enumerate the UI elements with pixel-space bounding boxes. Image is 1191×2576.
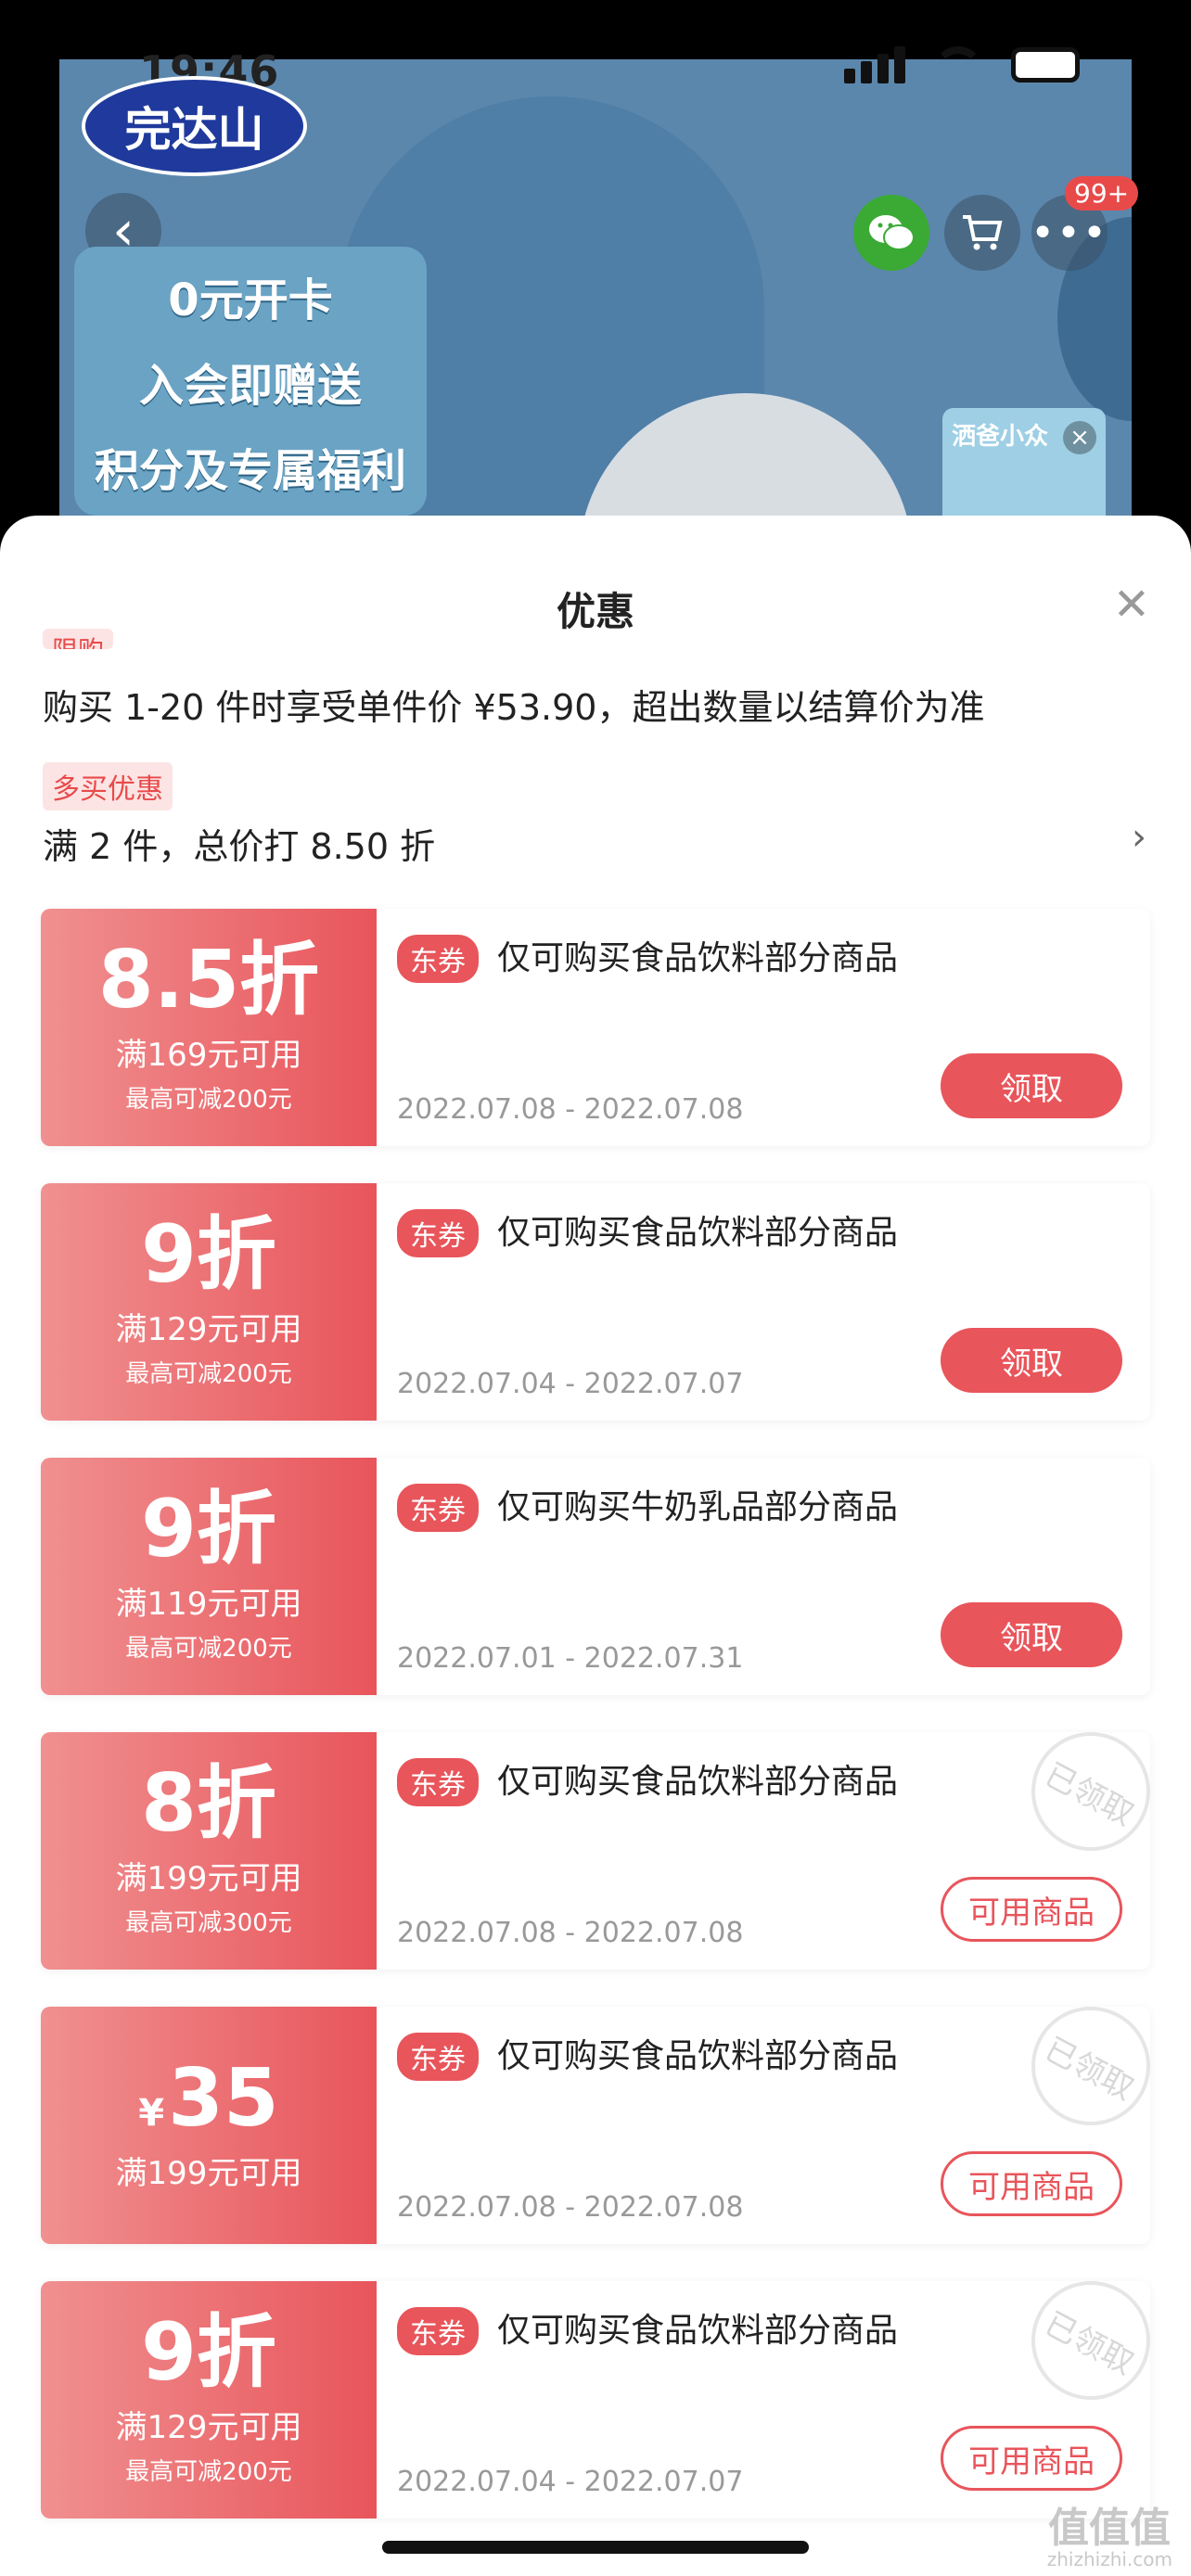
usable-products-button[interactable]: 可用商品 — [941, 1877, 1122, 1942]
home-indicator[interactable] — [382, 2541, 809, 2554]
multi-buy-tag: 多买优惠 — [43, 762, 173, 810]
coupon-max: 最高可减300元 — [125, 1909, 292, 1937]
usable-products-button[interactable]: 可用商品 — [941, 2426, 1122, 2491]
coupon-tag: 东券 — [397, 2033, 479, 2081]
claim-button[interactable]: 领取 — [941, 1602, 1122, 1667]
battery-icon — [1011, 47, 1080, 83]
message-count-badge: 99+ — [1065, 176, 1139, 210]
claimed-stamp: 已领取 — [1010, 1985, 1172, 2147]
coupon-amount: 8折 — [141, 1757, 276, 1850]
coupon-value: 8.5折 满169元可用 最高可减200元 — [41, 909, 377, 1146]
coupon-value: 9折 满129元可用 最高可减200元 — [41, 1183, 377, 1421]
coupon-card: 8.5折 满169元可用 最高可减200元 东券 仅可购买食品饮料部分商品 20… — [41, 909, 1150, 1146]
coupon-condition: 满199元可用 — [115, 2154, 302, 2192]
coupon-desc: 仅可购买食品饮料部分商品 — [497, 2037, 899, 2075]
coupon-card: 8折 满199元可用 最高可减300元 已领取 东券 仅可购买食品饮料部分商品 … — [41, 1711, 1172, 1970]
coupon-value: 9折 满129元可用 最高可减200元 — [41, 2281, 377, 2519]
coupon-max: 最高可减200元 — [125, 1635, 292, 1663]
wechat-icon — [869, 215, 915, 250]
coupon-value: ¥35 满199元可用 — [41, 2007, 377, 2244]
cart-icon — [963, 215, 1003, 250]
coupon-info: 东券 仅可购买牛奶乳品部分商品 2022.07.01 - 2022.07.31 … — [377, 1458, 1150, 1695]
coupon-amount: 8.5折 — [97, 934, 320, 1027]
currency-symbol: ¥ — [138, 2091, 165, 2135]
coupon-max: 最高可减200元 — [125, 2458, 292, 2486]
promo-line-1: 0元开卡 — [168, 274, 333, 326]
coupon-date: 2022.07.08 - 2022.07.08 — [397, 2191, 744, 2224]
coupon-tag: 东券 — [397, 935, 479, 983]
coupon-desc: 仅可购买食品饮料部分商品 — [497, 1214, 899, 1252]
multi-buy-text[interactable]: 满 2 件，总价打 8.50 折 — [43, 818, 435, 869]
discount-sheet: 优惠 ✕ 限购 购买 1-20 件时享受单件价 ¥53.90，超出数量以结算价为… — [0, 516, 1191, 2576]
limit-tag: 限购 — [43, 629, 114, 649]
floating-ad-title: 洒爸小众 — [952, 423, 1049, 451]
brand-logo: 完达山 — [82, 76, 307, 176]
coupon-info: 已领取 东券 仅可购买食品饮料部分商品 2022.07.08 - 2022.07… — [377, 1711, 1172, 1970]
coupon-info: 已领取 东券 仅可购买食品饮料部分商品 2022.07.04 - 2022.07… — [377, 2260, 1172, 2519]
coupon-date: 2022.07.08 - 2022.07.08 — [397, 1917, 744, 1949]
coupon-date: 2022.07.04 - 2022.07.07 — [397, 2466, 744, 2498]
claimed-stamp: 已领取 — [1010, 1711, 1172, 1872]
coupon-tag: 东券 — [397, 1758, 479, 1806]
coupon-desc: 仅可购买食品饮料部分商品 — [497, 939, 899, 977]
membership-promo[interactable]: 0元开卡 入会即赠送 积分及专属福利 — [74, 247, 427, 516]
coupon-tag: 东券 — [397, 1209, 479, 1257]
signal-icon — [844, 46, 905, 83]
sheet-title: 优惠 — [556, 589, 634, 634]
coupon-card: ¥35 满199元可用 已领取 东券 仅可购买食品饮料部分商品 2022.07.… — [41, 1985, 1172, 2244]
coupon-condition: 满129元可用 — [115, 2409, 302, 2446]
coupon-amount: 9折 — [141, 1208, 276, 1301]
usable-products-button[interactable]: 可用商品 — [941, 2151, 1122, 2216]
coupon-amount: 9折 — [141, 2306, 276, 2399]
claim-button[interactable]: 领取 — [941, 1053, 1122, 1118]
coupon-condition: 满169元可用 — [115, 1037, 302, 1074]
coupon-info: 东券 仅可购买食品饮料部分商品 2022.07.08 - 2022.07.08 … — [377, 909, 1150, 1146]
promo-line-3: 积分及专属福利 — [94, 445, 406, 497]
coupon-date: 2022.07.01 - 2022.07.31 — [397, 1642, 744, 1675]
wechat-button[interactable] — [853, 195, 929, 271]
promo-line-2: 入会即赠送 — [138, 360, 362, 412]
coupon-condition: 满129元可用 — [115, 1311, 302, 1348]
wifi-icon — [933, 46, 983, 83]
chevron-right-icon[interactable]: › — [1132, 816, 1146, 859]
coupon-condition: 满119元可用 — [115, 1586, 302, 1623]
coupon-value: 8折 满199元可用 最高可减300元 — [41, 1732, 377, 1970]
close-icon[interactable]: ✕ — [1113, 579, 1150, 631]
status-icons — [844, 46, 1080, 83]
coupon-desc: 仅可购买牛奶乳品部分商品 — [497, 1488, 899, 1526]
coupon-card: 9折 满129元可用 最高可减200元 东券 仅可购买食品饮料部分商品 2022… — [41, 1183, 1150, 1421]
coupon-desc: 仅可购买食品饮料部分商品 — [497, 2312, 899, 2350]
coupon-info: 东券 仅可购买食品饮料部分商品 2022.07.04 - 2022.07.07 … — [377, 1183, 1150, 1421]
coupon-max: 最高可减200元 — [125, 1086, 292, 1114]
coupon-value: 9折 满119元可用 最高可减200元 — [41, 1458, 377, 1695]
limit-text: 购买 1-20 件时享受单件价 ¥53.90，超出数量以结算价为准 — [43, 687, 985, 728]
coupon-list: 8.5折 满169元可用 最高可减200元 东券 仅可购买食品饮料部分商品 20… — [41, 909, 1172, 2556]
coupon-amount-number: 35 — [168, 2051, 279, 2145]
claim-button[interactable]: 领取 — [941, 1328, 1122, 1393]
cart-button[interactable] — [944, 195, 1020, 271]
watermark-site: zhizhizhi.com — [1046, 2548, 1172, 2570]
coupon-card: 9折 满119元可用 最高可减200元 东券 仅可购买牛奶乳品部分商品 2022… — [41, 1458, 1150, 1695]
coupon-tag: 东券 — [397, 1484, 479, 1532]
coupon-condition: 满199元可用 — [115, 1860, 302, 1897]
coupon-tag: 东券 — [397, 2307, 479, 2355]
coupon-date: 2022.07.08 - 2022.07.08 — [397, 1093, 744, 1126]
more-dots-icon: ••• — [1031, 209, 1108, 257]
coupon-card: 9折 满129元可用 最高可减200元 已领取 东券 仅可购买食品饮料部分商品 … — [41, 2260, 1172, 2519]
coupon-max: 最高可减200元 — [125, 1360, 292, 1388]
coupon-amount: 9折 — [141, 1483, 276, 1575]
coupon-amount: ¥35 — [138, 2059, 279, 2138]
coupon-info: 已领取 东券 仅可购买食品饮料部分商品 2022.07.08 - 2022.07… — [377, 1985, 1172, 2244]
coupon-date: 2022.07.04 - 2022.07.07 — [397, 1368, 744, 1400]
claimed-stamp: 已领取 — [1010, 2260, 1172, 2421]
coupon-desc: 仅可购买食品饮料部分商品 — [497, 1763, 899, 1801]
watermark-logo: 值值值 — [1048, 2505, 1171, 2552]
close-ad-icon[interactable]: × — [1063, 421, 1096, 454]
